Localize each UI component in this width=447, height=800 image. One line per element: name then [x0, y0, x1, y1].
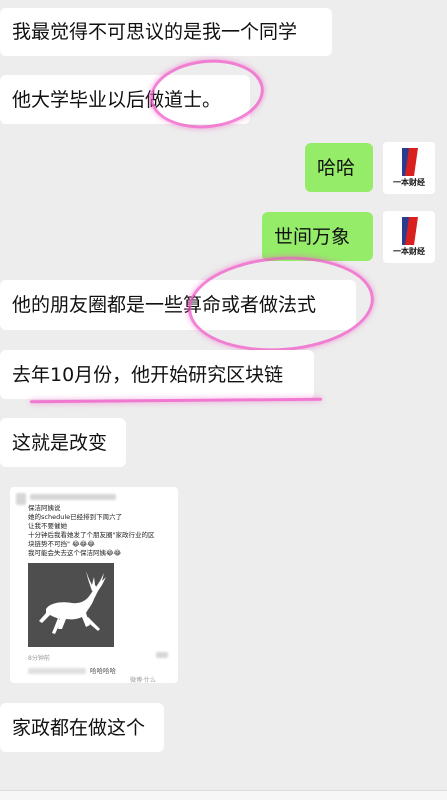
comment-bar [156, 652, 168, 658]
message-text: 他的朋友圈都是一些算命或者做法式 [12, 294, 317, 316]
deer-image [28, 563, 114, 647]
card-line-6: 我可能会失去这个保洁阿姨😂😂 [28, 549, 122, 557]
card-line-4: 十分钟后我看她发了个朋友圈"家政行业的区 [28, 531, 155, 539]
message-bubble-2[interactable]: 他大学毕业以后做道士。 [0, 75, 250, 124]
watermark: 微博·什么 [130, 677, 156, 683]
message-bubble-4[interactable]: 世间万象 [262, 212, 373, 261]
message-bubble-5[interactable]: 他的朋友圈都是一些算命或者做法式 [0, 280, 356, 330]
message-bubble-1[interactable]: 我最觉得不可思议的是我一个同学 [0, 8, 332, 56]
comment-text: 哈哈哈哈 [90, 667, 116, 675]
message-text: 我最觉得不可思议的是我一个同学 [12, 21, 298, 43]
avatar[interactable]: 一本财经 [383, 142, 435, 194]
card-line-2: 她的schedule已经排到下周六了 [28, 513, 123, 521]
message-bubble-8[interactable]: 家政都在做这个 [0, 703, 164, 752]
card-line-5: 块链势不可挡" 😂😂😂 [28, 540, 95, 548]
logo-text: 一本财经 [393, 247, 425, 256]
message-bubble-3[interactable]: 哈哈 [305, 143, 373, 192]
message-text: 这就是改变 [12, 431, 108, 454]
message-text: 哈哈 [317, 156, 356, 179]
message-text: 去年10月份，他开始研究区块链 [12, 363, 284, 386]
image-message[interactable]: 保洁阿姨说 她的schedule已经排到下周六了 让我不要催她 十分钟后我看她发… [10, 487, 178, 683]
logo-text: 一本财经 [393, 178, 425, 187]
card-line-3: 让我不要催她 [28, 522, 67, 530]
blurred-username [30, 494, 116, 500]
message-bubble-7[interactable]: 这就是改变 [0, 418, 126, 467]
card-line-1: 保洁阿姨说 [28, 504, 61, 512]
message-bubble-6[interactable]: 去年10月份，他开始研究区块链 [0, 350, 314, 399]
avatar[interactable]: 一本财经 [383, 211, 435, 263]
blurred-avatar [16, 493, 26, 505]
post-time: 8分钟前 [28, 655, 50, 662]
message-text: 他大学毕业以后做道士。 [12, 88, 222, 111]
deer-icon [39, 571, 106, 634]
message-text: 家政都在做这个 [12, 716, 146, 739]
message-text: 世间万象 [274, 225, 351, 248]
blurred-commenter [28, 668, 86, 674]
